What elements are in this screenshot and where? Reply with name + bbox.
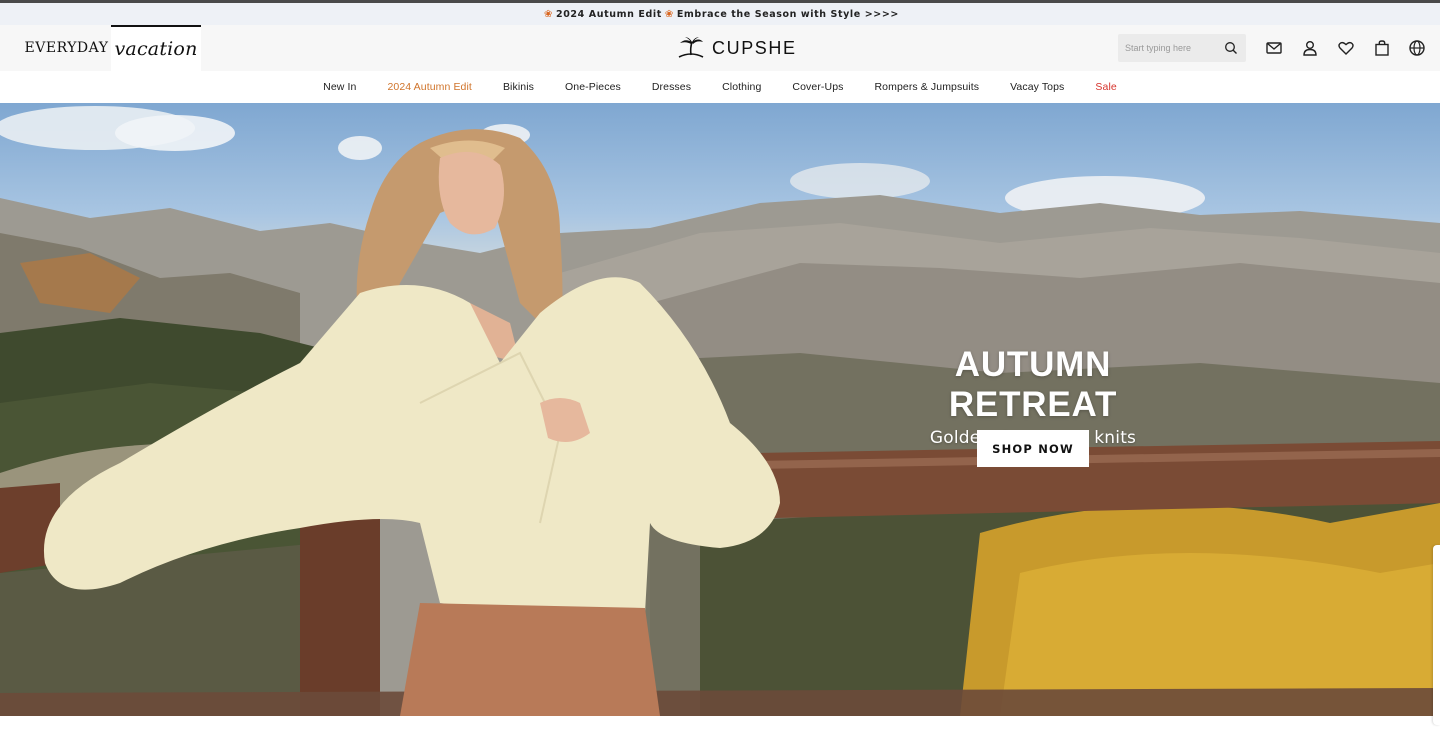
user-icon[interactable] <box>1301 39 1319 57</box>
brand-tab-vacation[interactable]: vacation <box>111 25 201 71</box>
search-input[interactable] <box>1125 43 1223 53</box>
cupshe-logo[interactable]: CUPSHE <box>676 35 797 61</box>
mail-icon[interactable] <box>1265 39 1283 57</box>
globe-icon[interactable] <box>1408 39 1426 57</box>
bag-icon[interactable] <box>1373 39 1391 57</box>
main-nav: New In 2024 Autumn Edit Bikinis One-Piec… <box>0 71 1440 103</box>
palm-island-icon <box>678 37 704 58</box>
maple-leaf-icon: ❀ <box>664 8 674 20</box>
announcement-year-text: 2024 Autumn Edit <box>556 8 662 20</box>
search-icon[interactable] <box>1224 41 1238 55</box>
announcement-message: Embrace the Season with Style >>>> <box>676 8 899 20</box>
search-box <box>1118 34 1246 62</box>
nav-item-clothing[interactable]: Clothing <box>722 81 761 93</box>
shop-now-button[interactable]: SHOP NOW <box>977 430 1089 467</box>
nav-item-rompers-jumpsuits[interactable]: Rompers & Jumpsuits <box>874 81 979 93</box>
nav-item-vacay-tops[interactable]: Vacay Tops <box>1010 81 1064 93</box>
nav-item-autumn-edit[interactable]: 2024 Autumn Edit <box>387 81 472 93</box>
side-feedback-tab[interactable] <box>1433 545 1440 725</box>
brand-everyday-label: EVERYDAY <box>24 40 109 56</box>
brand-tab-everyday[interactable]: EVERYDAY <box>22 25 111 71</box>
nav-item-new-in[interactable]: New In <box>323 81 356 93</box>
nav-item-dresses[interactable]: Dresses <box>652 81 691 93</box>
announcement-bar[interactable]: ❀ 2024 Autumn Edit ❀ Embrace the Season … <box>0 3 1440 25</box>
maple-leaf-icon: ❀ <box>544 8 554 20</box>
nav-item-one-pieces[interactable]: One-Pieces <box>565 81 621 93</box>
below-hero-area <box>0 716 1440 755</box>
logo-text: CUPSHE <box>712 37 797 58</box>
hero-banner[interactable]: AUTUMN RETREAT Golden days, cozy knits S… <box>0 103 1440 716</box>
nav-item-cover-ups[interactable]: Cover-Ups <box>792 81 843 93</box>
nav-item-bikinis[interactable]: Bikinis <box>503 81 534 93</box>
heart-icon[interactable] <box>1337 39 1355 57</box>
nav-item-sale[interactable]: Sale <box>1095 81 1116 93</box>
hero-title: AUTUMN RETREAT <box>948 345 1118 424</box>
brand-vacation-label: vacation <box>114 38 198 60</box>
site-header: EVERYDAY vacation CUPSHE <box>0 25 1440 71</box>
hero-background-image <box>0 106 1440 716</box>
